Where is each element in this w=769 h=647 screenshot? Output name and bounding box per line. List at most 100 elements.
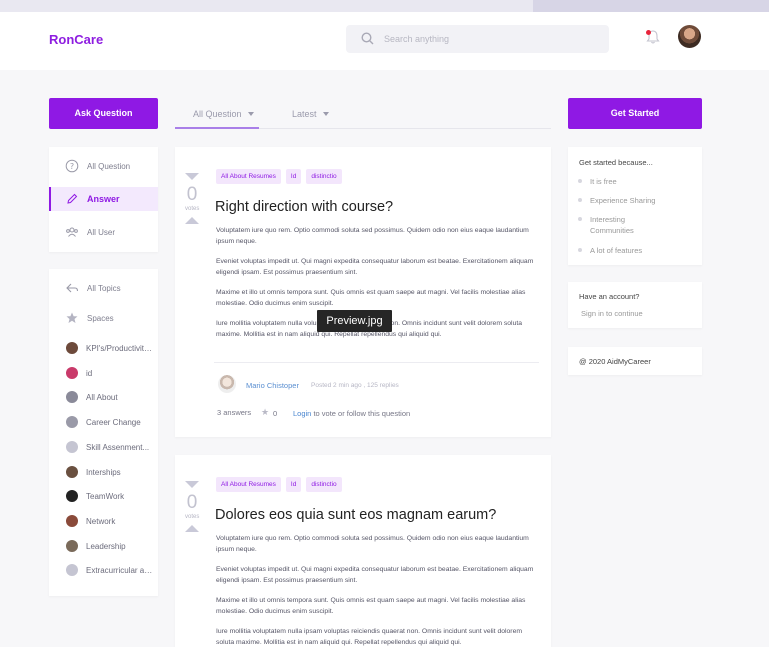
- notification-button[interactable]: [645, 29, 661, 50]
- topic-label: Skill Assenment...: [86, 442, 150, 452]
- topic-label: id: [86, 368, 93, 378]
- active-tab-indicator: [175, 127, 259, 129]
- tag[interactable]: All About Resumes: [216, 169, 281, 184]
- header: RonCare Search anything: [0, 12, 769, 70]
- login-link[interactable]: Login: [293, 409, 311, 418]
- tab-all-question[interactable]: All Question: [193, 109, 254, 119]
- topic-label: TeamWork: [86, 492, 125, 502]
- tab-latest[interactable]: Latest: [292, 109, 329, 119]
- topic-item[interactable]: Skill Assenment...: [49, 439, 158, 455]
- sidebar-item-all-topics[interactable]: All Topics: [49, 276, 158, 300]
- get-started-button[interactable]: Get Started: [568, 98, 702, 129]
- vote-count: 0: [186, 184, 198, 205]
- sidebar-item-spaces[interactable]: Spaces: [49, 306, 158, 330]
- bullet-icon: [578, 248, 582, 252]
- topic-avatar: [66, 342, 78, 354]
- reply-icon: [66, 283, 79, 293]
- question-title[interactable]: Dolores eos quia sunt eos magnam earum?: [215, 507, 496, 523]
- question-card: 0 votes All About Resumes Id distinctio Do…: [175, 455, 551, 647]
- search-placeholder: Search anything: [384, 34, 450, 44]
- feature-label: Experience Sharing: [590, 196, 656, 205]
- tag[interactable]: Id: [285, 477, 302, 492]
- feature-label: A lot of features: [590, 246, 643, 255]
- sidebar-item-answer[interactable]: Answer: [49, 187, 158, 211]
- top-strip: [0, 0, 769, 12]
- author-name[interactable]: Mario Chistoper: [246, 381, 299, 390]
- sidebar-item-label: All Topics: [87, 284, 121, 293]
- question-title[interactable]: Right direction with course?: [215, 199, 393, 215]
- feature-label: It is free: [590, 177, 617, 186]
- topic-item[interactable]: TeamWork: [49, 488, 158, 504]
- tab-latest-label: Latest: [292, 109, 317, 119]
- sign-in-link[interactable]: Sign in to continue: [581, 309, 643, 318]
- topic-item[interactable]: Leadership: [49, 538, 158, 554]
- vote-label: votes: [185, 206, 200, 212]
- question-paragraph: Maxime et illo ut omnis tempora sunt. Qu…: [216, 597, 526, 615]
- topic-item[interactable]: Network: [49, 513, 158, 529]
- topic-label: Extracurricular ac...: [86, 566, 154, 576]
- svg-text:?: ?: [70, 162, 74, 171]
- topic-item[interactable]: Interships: [49, 464, 158, 480]
- vote-widget: 0 votes: [185, 481, 199, 532]
- topic-item[interactable]: All About: [49, 389, 158, 405]
- topic-avatar: [66, 391, 78, 404]
- sidebar-topics: All Topics Spaces KPI's/Productivity... i…: [49, 269, 158, 596]
- question-paragraph: Voluptatem iure quo rem. Optio commodi s…: [216, 227, 529, 245]
- sidebar-item-all-question[interactable]: ? All Question: [49, 154, 158, 178]
- vote-down-icon[interactable]: [185, 173, 199, 180]
- topic-label: Leadership: [86, 541, 126, 551]
- bullet-icon: [578, 179, 582, 183]
- topic-item[interactable]: id: [49, 365, 158, 381]
- topic-item[interactable]: Extracurricular ac...: [49, 562, 158, 578]
- topic-avatar: [66, 539, 78, 552]
- sidebar-item-label: All User: [87, 228, 116, 237]
- vote-count: 0: [186, 492, 198, 513]
- logo[interactable]: RonCare: [49, 32, 103, 47]
- vote-up-icon[interactable]: [185, 525, 199, 532]
- vote-up-icon[interactable]: [185, 217, 199, 224]
- vote-label: votes: [185, 514, 200, 520]
- feature-label: Interesting Communities: [590, 215, 634, 235]
- ask-question-button[interactable]: Ask Question: [49, 98, 158, 129]
- user-avatar[interactable]: [678, 25, 701, 48]
- vote-down-icon[interactable]: [185, 481, 199, 488]
- topic-label: Interships: [86, 467, 121, 477]
- sidebar-item-all-user[interactable]: All User: [49, 220, 158, 244]
- vote-widget: 0 votes: [185, 173, 199, 224]
- author-avatar[interactable]: [218, 375, 236, 393]
- topic-avatar: [66, 416, 78, 429]
- users-icon: [66, 227, 78, 237]
- post-meta: Posted 2 min ago , 125 replies: [311, 382, 399, 389]
- tag[interactable]: distinctio: [306, 169, 342, 184]
- search-input[interactable]: Search anything: [346, 25, 609, 53]
- question-card: 0 votes All About Resumes Id distinctio Ri…: [175, 147, 551, 437]
- topic-avatar: [66, 465, 78, 478]
- topic-avatar: [66, 440, 78, 453]
- card-title: Have an account?: [579, 292, 640, 301]
- topic-avatar: [66, 490, 78, 503]
- chevron-down-icon: [247, 112, 254, 116]
- notification-dot: [646, 30, 651, 35]
- question-paragraph: Eveniet voluptas impedit ut. Qui magni e…: [216, 258, 534, 276]
- star-icon[interactable]: ★: [261, 407, 269, 418]
- topic-item[interactable]: Career Change: [49, 414, 158, 430]
- answers-count[interactable]: 3 answers: [217, 408, 251, 417]
- question-paragraph: Eveniet voluptas impedit ut. Qui magni e…: [216, 566, 534, 584]
- topic-label: Network: [86, 516, 116, 526]
- topic-avatar: [66, 514, 78, 527]
- star-count: 0: [273, 409, 278, 418]
- star-icon: [66, 312, 78, 323]
- image-preview-tooltip: Preview.jpg: [317, 310, 392, 332]
- topic-avatar: [66, 366, 78, 379]
- tag[interactable]: distinctio: [306, 477, 342, 492]
- question-circle-icon: ?: [65, 159, 79, 173]
- sidebar-item-label: Spaces: [87, 314, 114, 323]
- tag-list: All About Resumes Id distinctio: [216, 473, 347, 492]
- topic-label: Career Change: [86, 418, 141, 428]
- topic-item[interactable]: KPI's/Productivity...: [49, 340, 158, 356]
- search-icon: [361, 32, 374, 45]
- tag[interactable]: Id: [285, 169, 302, 184]
- footer-card: @ 2020 AidMyCareer: [568, 347, 702, 375]
- question-paragraph: Maxime et illo ut omnis tempora sunt. Qu…: [216, 289, 526, 307]
- tag[interactable]: All About Resumes: [216, 477, 281, 492]
